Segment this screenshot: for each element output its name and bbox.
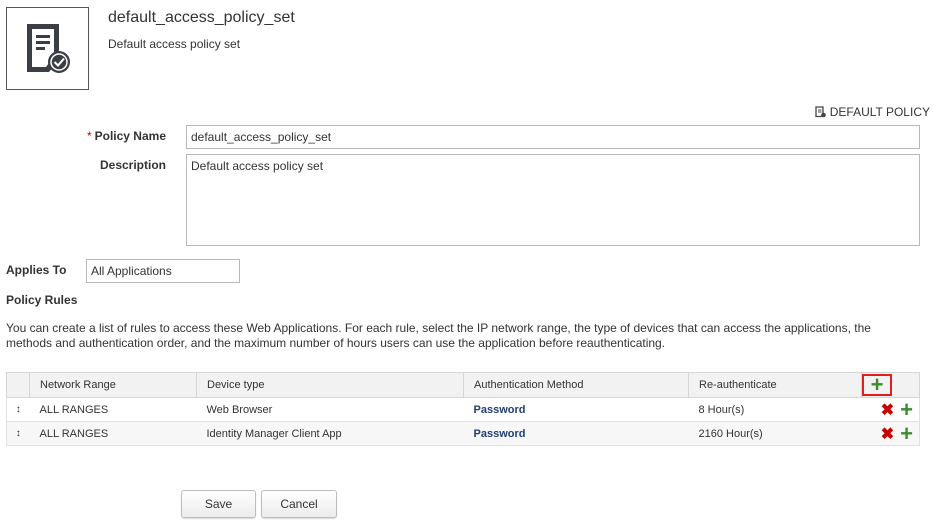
table-row: ↕︎ ALL RANGES Web Browser Password 8 Hou… [6, 397, 920, 422]
policy-name-label-text: Policy Name [94, 129, 166, 143]
save-button[interactable]: Save [181, 490, 256, 518]
page-title: default_access_policy_set [108, 9, 295, 26]
plus-icon: + [870, 372, 884, 397]
policy-rules-help-text: You can create a list of rules to access… [6, 321, 871, 350]
drag-handle-icon[interactable]: ↕︎ [6, 421, 30, 446]
auth-method-link[interactable]: Password [474, 428, 526, 440]
cell-auth-method: Password [463, 397, 689, 422]
description-label: Description [99, 158, 166, 172]
page-subtitle: Default access policy set [108, 37, 241, 51]
delete-icon[interactable]: ✖ [881, 400, 894, 420]
add-icon[interactable]: + [900, 422, 913, 444]
add-rule-header-button[interactable]: + [862, 374, 892, 396]
add-icon[interactable]: + [900, 398, 913, 420]
delete-icon[interactable]: ✖ [881, 424, 894, 444]
cell-network-range: ALL RANGES [29, 397, 197, 422]
cancel-button[interactable]: Cancel [261, 490, 337, 518]
column-network-range[interactable]: Network Range [29, 372, 197, 398]
column-re-authenticate[interactable]: Re-authenticate [688, 372, 862, 398]
cell-re-authenticate: 2160 Hour(s) [688, 421, 862, 446]
cell-device-type: Identity Manager Client App [196, 421, 464, 446]
column-authentication-method[interactable]: Authentication Method [463, 372, 689, 398]
column-device-type[interactable]: Device type [196, 372, 464, 398]
policy-name-input[interactable] [186, 125, 920, 149]
cell-device-type: Web Browser [196, 397, 464, 422]
row-actions: ✖ + [861, 421, 920, 446]
policy-document-check-icon [27, 24, 70, 73]
policy-rules-table: Network Range Device type Authentication… [6, 372, 920, 446]
policy-small-icon [815, 106, 826, 118]
cell-auth-method: Password [463, 421, 689, 446]
row-actions: ✖ + [861, 397, 920, 422]
table-header-row: Network Range Device type Authentication… [6, 372, 920, 398]
policy-name-label: * Policy Name [60, 129, 166, 143]
default-policy-label: DEFAULT POLICY [829, 105, 930, 119]
policy-icon [6, 7, 89, 90]
cell-re-authenticate: 8 Hour(s) [688, 397, 862, 422]
description-textarea[interactable]: Default access policy set [186, 154, 920, 246]
applies-to-input[interactable] [86, 259, 240, 283]
required-marker: * [86, 129, 92, 143]
drag-handle-icon[interactable]: ↕︎ [6, 397, 30, 422]
applies-to-label: Applies To [6, 263, 67, 277]
drag-column-header [6, 372, 30, 398]
default-policy-link[interactable]: DEFAULT POLICY [815, 105, 930, 119]
actions-column-header: + [861, 372, 920, 398]
auth-method-link[interactable]: Password [474, 404, 526, 416]
policy-rules-heading: Policy Rules [6, 293, 78, 307]
cell-network-range: ALL RANGES [29, 421, 197, 446]
table-row: ↕︎ ALL RANGES Identity Manager Client Ap… [6, 421, 920, 446]
